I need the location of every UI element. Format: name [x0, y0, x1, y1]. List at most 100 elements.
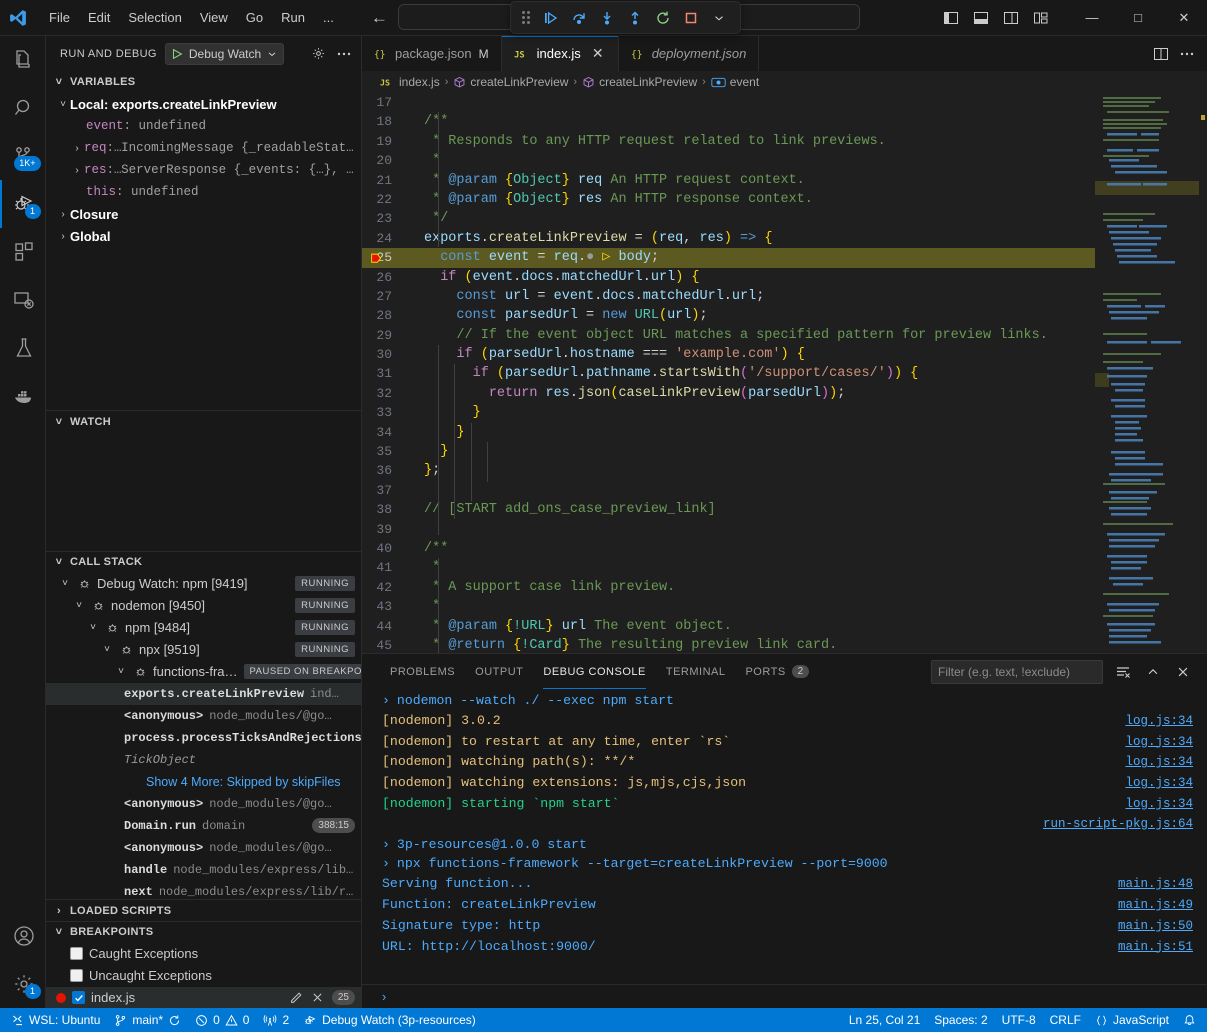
activity-explorer[interactable] — [0, 36, 46, 84]
source-link[interactable]: main.js:50 — [1118, 917, 1193, 937]
activity-search[interactable] — [0, 84, 46, 132]
call-stack-frame[interactable]: process.processTicksAndRejections — [46, 727, 361, 749]
status-problems[interactable]: 0 0 — [188, 1009, 256, 1031]
tab-terminal[interactable]: TERMINAL — [656, 654, 736, 689]
call-stack-header[interactable]: ˅ CALL STACK — [46, 551, 361, 573]
breakpoint-index-js[interactable]: index.js 25 — [46, 987, 361, 1008]
close-icon[interactable] — [311, 991, 324, 1004]
source-link[interactable]: log.js:34 — [1125, 712, 1193, 732]
status-debug-session[interactable]: Debug Watch (3p-resources) — [296, 1009, 483, 1031]
menu-edit[interactable]: Edit — [79, 6, 119, 29]
close-icon[interactable]: ✕ — [590, 46, 606, 62]
variable-row[interactable]: › res: ServerResponse {_events: {…}, _e… — [46, 159, 361, 181]
activity-extensions[interactable] — [0, 228, 46, 276]
step-out-icon[interactable] — [622, 6, 648, 30]
breadcrumb-symbol[interactable]: createLinkPreview — [453, 75, 568, 89]
chevron-right-icon[interactable]: › — [56, 209, 70, 220]
call-stack-thread[interactable]: ˅ nodemon [9450] RUNNING — [46, 595, 361, 617]
checkbox[interactable] — [72, 991, 85, 1004]
watch-header[interactable]: ˅ WATCH — [46, 410, 361, 432]
call-stack-thread[interactable]: ˅ npx [9519] RUNNING — [46, 639, 361, 661]
status-git-branch[interactable]: main* — [107, 1009, 188, 1031]
call-stack-thread[interactable]: ˅ npm [9484] RUNNING — [46, 617, 361, 639]
call-stack-skipped-link[interactable]: Show 4 More: Skipped by skipFiles — [46, 771, 361, 793]
chevron-down-icon[interactable]: ˅ — [72, 600, 86, 611]
debug-console-output[interactable]: › nodemon --watch ./ --exec npm start [n… — [362, 689, 1207, 984]
status-language-mode[interactable]: JavaScript — [1088, 1009, 1176, 1031]
tab-debug-console[interactable]: DEBUG CONSOLE — [533, 654, 655, 689]
loaded-scripts-header[interactable]: › LOADED SCRIPTS — [46, 899, 361, 921]
status-cursor-position[interactable]: Ln 25, Col 21 — [842, 1009, 927, 1031]
call-stack-thread[interactable]: ˅ functions-fra… PAUSED ON BREAKPOINT — [46, 661, 361, 683]
tab-deployment-json[interactable]: {} deployment.json — [619, 36, 760, 71]
tab-ports[interactable]: PORTS 2 — [735, 654, 819, 689]
edit-pencil-icon[interactable] — [289, 991, 303, 1005]
status-indentation[interactable]: Spaces: 2 — [927, 1009, 994, 1031]
split-editor-icon[interactable] — [1153, 46, 1169, 62]
stop-icon[interactable] — [678, 6, 704, 30]
source-link[interactable]: log.js:34 — [1125, 774, 1193, 794]
chevron-down-icon[interactable]: ˅ — [114, 666, 128, 677]
gear-icon[interactable] — [307, 43, 329, 65]
chevron-down-icon[interactable]: ˅ — [100, 644, 114, 655]
activity-docker[interactable] — [0, 372, 46, 420]
tab-output[interactable]: OUTPUT — [465, 654, 533, 689]
clear-console-icon[interactable] — [1113, 662, 1133, 682]
source-link[interactable]: log.js:34 — [1125, 733, 1193, 753]
back-arrow-icon[interactable]: ← — [371, 9, 388, 26]
customize-layout-icon[interactable] — [1027, 5, 1055, 31]
chevron-down-icon[interactable]: ˅ — [86, 622, 100, 633]
close-icon[interactable] — [1173, 662, 1193, 682]
toggle-panel-icon[interactable] — [967, 5, 995, 31]
breakpoint-caught-exceptions[interactable]: Caught Exceptions — [46, 943, 361, 965]
minimap[interactable] — [1095, 93, 1207, 653]
variable-row[interactable]: this: undefined — [46, 181, 361, 203]
step-over-icon[interactable] — [566, 6, 592, 30]
status-encoding[interactable]: UTF-8 — [995, 1009, 1043, 1031]
activity-run-and-debug[interactable]: 1 — [0, 180, 46, 228]
breakpoints-header[interactable]: ˅ BREAKPOINTS — [46, 921, 361, 943]
close-button[interactable]: ✕ — [1161, 0, 1207, 36]
variable-row[interactable]: › req: IncomingMessage {_readableState:… — [46, 137, 361, 159]
variables-header[interactable]: ˅ VARIABLES — [46, 71, 361, 93]
call-stack-frame[interactable]: Domain.run domain 388:15 — [46, 815, 361, 837]
checkbox[interactable] — [70, 947, 83, 960]
menu-selection[interactable]: Selection — [119, 6, 190, 29]
activity-source-control[interactable]: 1K+ — [0, 132, 46, 180]
variable-row[interactable]: event: undefined — [46, 115, 361, 137]
more-actions-icon[interactable] — [1179, 46, 1195, 62]
drag-handle-icon[interactable] — [519, 8, 533, 28]
chevron-down-icon[interactable]: ˅ — [58, 578, 72, 589]
filter-input[interactable]: Filter (e.g. text, !exclude) — [931, 660, 1103, 684]
source-link[interactable]: main.js:51 — [1118, 938, 1193, 958]
call-stack-frame[interactable]: TickObject — [46, 749, 361, 771]
call-stack-frame[interactable]: <anonymous> node_modules/@go… — [46, 705, 361, 727]
status-notifications[interactable] — [1176, 1009, 1203, 1031]
tab-index-js[interactable]: JS index.js ✕ — [502, 36, 619, 71]
debug-console-input[interactable]: › — [362, 984, 1207, 1008]
menu-more[interactable]: ... — [314, 6, 343, 29]
activity-testing[interactable] — [0, 324, 46, 372]
menu-run[interactable]: Run — [272, 6, 314, 29]
restart-icon[interactable] — [650, 6, 676, 30]
launch-configuration-dropdown[interactable]: Debug Watch — [165, 43, 284, 65]
call-stack-thread[interactable]: ˅ Debug Watch: npm [9419] RUNNING — [46, 573, 361, 595]
call-stack-frame[interactable]: next node_modules/express/lib/ro… — [46, 881, 361, 899]
activity-settings[interactable]: 1 — [0, 960, 46, 1008]
source-link[interactable]: log.js:34 — [1125, 795, 1193, 815]
source-link[interactable]: log.js:34 — [1125, 753, 1193, 773]
breadcrumb-symbol[interactable]: createLinkPreview — [582, 75, 697, 89]
status-eol[interactable]: CRLF — [1043, 1009, 1088, 1031]
call-stack-frame[interactable]: <anonymous> node_modules/@go… — [46, 793, 361, 815]
source-link[interactable]: run-script-pkg.js:64 — [1043, 815, 1193, 835]
status-remote[interactable]: WSL: Ubuntu — [4, 1009, 107, 1031]
menu-go[interactable]: Go — [237, 6, 272, 29]
checkbox[interactable] — [70, 969, 83, 982]
activity-remote-explorer[interactable] — [0, 276, 46, 324]
toggle-secondary-sidebar-icon[interactable] — [997, 5, 1025, 31]
code-viewport[interactable]: 17 18/** 19 * Responds to any HTTP reque… — [362, 93, 1095, 653]
call-stack-frame[interactable]: <anonymous> node_modules/@go… — [46, 837, 361, 859]
activity-accounts[interactable] — [0, 912, 46, 960]
call-stack-frame[interactable]: handle node_modules/express/lib/… — [46, 859, 361, 881]
variable-group-closure[interactable]: › Closure — [46, 203, 361, 225]
